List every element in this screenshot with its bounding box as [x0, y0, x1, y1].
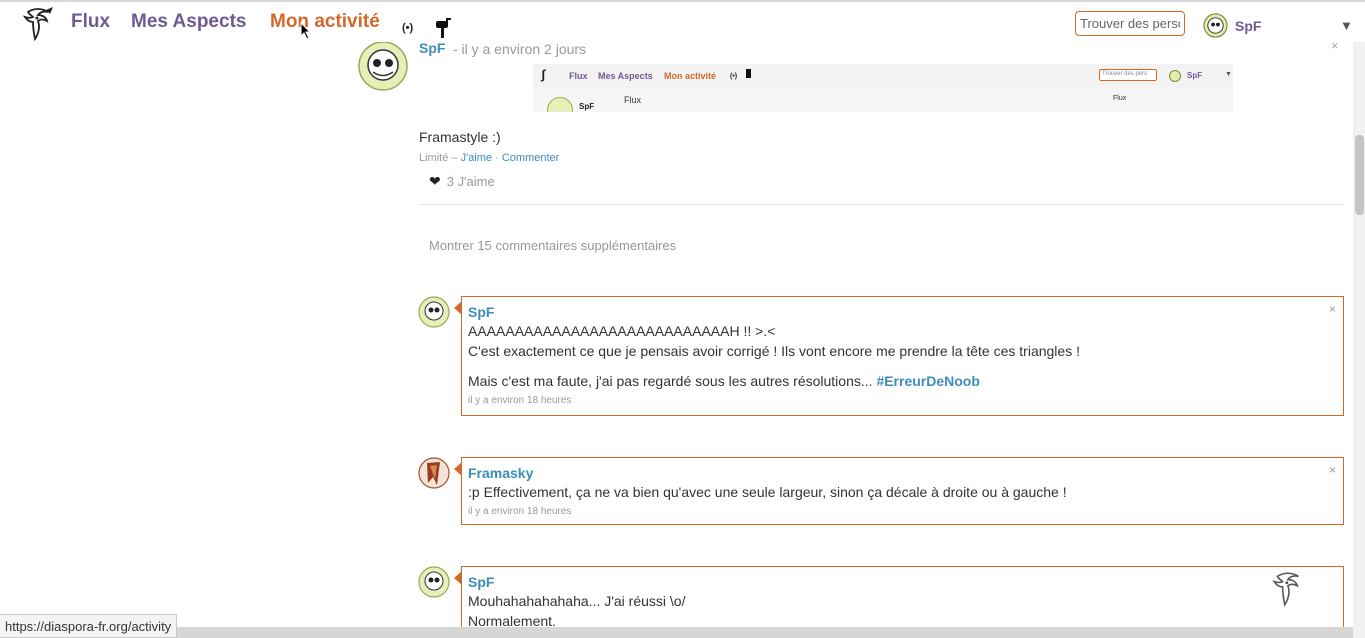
image-nav-activity: Mon activité: [664, 71, 717, 81]
status-bar-url: https://diaspora-fr.org/activity: [0, 614, 178, 638]
notifications-icon[interactable]: (•): [402, 22, 413, 34]
image-search-box: Trouver des pers: [1099, 69, 1157, 81]
image-column-title: Flux: [624, 95, 642, 105]
close-icon[interactable]: ×: [1329, 463, 1336, 477]
chevron-down-icon[interactable]: ▼: [1340, 18, 1353, 33]
comment-author[interactable]: SpF: [468, 304, 1337, 321]
post-text: Framastyle :): [419, 129, 501, 145]
comment-avatar[interactable]: [418, 566, 450, 598]
likes-row[interactable]: ❤ 3 J'aime: [429, 173, 495, 190]
close-icon[interactable]: ×: [1329, 302, 1336, 316]
show-more-comments-link[interactable]: Montrer 15 commentaires supplémentaires: [429, 238, 676, 253]
image-right-title: Flux: [1113, 95, 1127, 102]
image-nav-aspects: Mes Aspects: [598, 71, 653, 81]
image-chevron-icon: ▼: [1225, 71, 1232, 78]
post-author[interactable]: SpF: [419, 40, 445, 56]
post-author-avatar[interactable]: [357, 41, 409, 91]
post-actions: Limité – J'aime · Commenter: [419, 152, 559, 164]
user-name[interactable]: SpF: [1235, 18, 1261, 34]
scrollbar-thumb[interactable]: [1355, 135, 1364, 215]
image-user-name: SpF: [1187, 71, 1203, 80]
like-link[interactable]: J'aime: [461, 152, 492, 164]
comment-text: Mouhahahahahaha... J'ai réussi \o/: [468, 593, 686, 609]
user-avatar[interactable]: [1203, 13, 1228, 38]
image-nav-flux: Flux: [569, 71, 588, 81]
separator: –: [451, 152, 461, 164]
likes-count[interactable]: 3 J'aime: [447, 174, 495, 189]
post-timestamp[interactable]: - il y a environ 2 jours: [453, 41, 586, 57]
comment-avatar[interactable]: [418, 296, 450, 328]
hashtag-link[interactable]: #ErreurDeNoob: [876, 373, 979, 389]
scrollbar[interactable]: [1353, 42, 1365, 638]
comment: Framasky :p Effectivement, ça ne va bien…: [454, 457, 1344, 525]
mouse-cursor-icon: [300, 22, 312, 40]
comment: SpF AAAAAAAAAAAAAAAAAAAAAAAAAAAAH !! >.<…: [454, 296, 1344, 416]
comment-timestamp[interactable]: il y a environ 18 heures: [468, 395, 1337, 406]
image-notifications-icon: (•): [730, 73, 738, 80]
diaspora-logo-icon: [1272, 572, 1299, 607]
image-post-author: SpF: [579, 102, 595, 111]
nav-my-activity[interactable]: Mon activité: [270, 11, 380, 33]
comment-text: C'est exactement ce que je pensais avoir…: [468, 343, 1080, 359]
divider: [419, 204, 1343, 205]
top-navbar: Flux Mes Aspects Mon activité (•) SpF ▼: [0, 0, 1365, 42]
diaspora-logo-icon[interactable]: [20, 6, 60, 42]
nav-my-aspects[interactable]: Mes Aspects: [131, 11, 246, 33]
comment-avatar[interactable]: [418, 457, 450, 489]
post-visibility[interactable]: Limité: [419, 152, 448, 164]
comment-link[interactable]: Commenter: [502, 152, 559, 164]
heart-icon: ❤: [429, 173, 441, 189]
nav-flux[interactable]: Flux: [71, 11, 110, 33]
image-post-avatar: [547, 97, 573, 112]
comment-text: AAAAAAAAAAAAAAAAAAAAAAAAAAAAH !! >.<: [468, 323, 776, 339]
comment-text: :p Effectivement, ça ne va bien qu'avec …: [468, 484, 1067, 500]
image-avatar: [1169, 70, 1181, 82]
horizontal-scrollbar[interactable]: [0, 627, 1353, 638]
comment-timestamp[interactable]: il y a environ 18 heures: [468, 506, 1337, 517]
search-people-input[interactable]: [1075, 11, 1185, 36]
image-logo-icon: ʃ: [541, 67, 546, 82]
comment-text: Mais c'est ma faute, j'ai pas regardé so…: [468, 371, 1337, 391]
page: Flux Mes Aspects Mon activité (•) SpF ▼ …: [0, 0, 1365, 638]
comment-text-part: Mais c'est ma faute, j'ai pas regardé so…: [468, 373, 873, 389]
post-image[interactable]: ʃ Flux Mes Aspects Mon activité (•) Trou…: [533, 64, 1233, 112]
comment-author[interactable]: SpF: [468, 574, 1337, 591]
image-mailbox-icon: [746, 69, 751, 78]
separator: ·: [495, 152, 502, 164]
mailbox-icon[interactable]: [434, 18, 452, 38]
comment-author[interactable]: Framasky: [468, 465, 1337, 482]
